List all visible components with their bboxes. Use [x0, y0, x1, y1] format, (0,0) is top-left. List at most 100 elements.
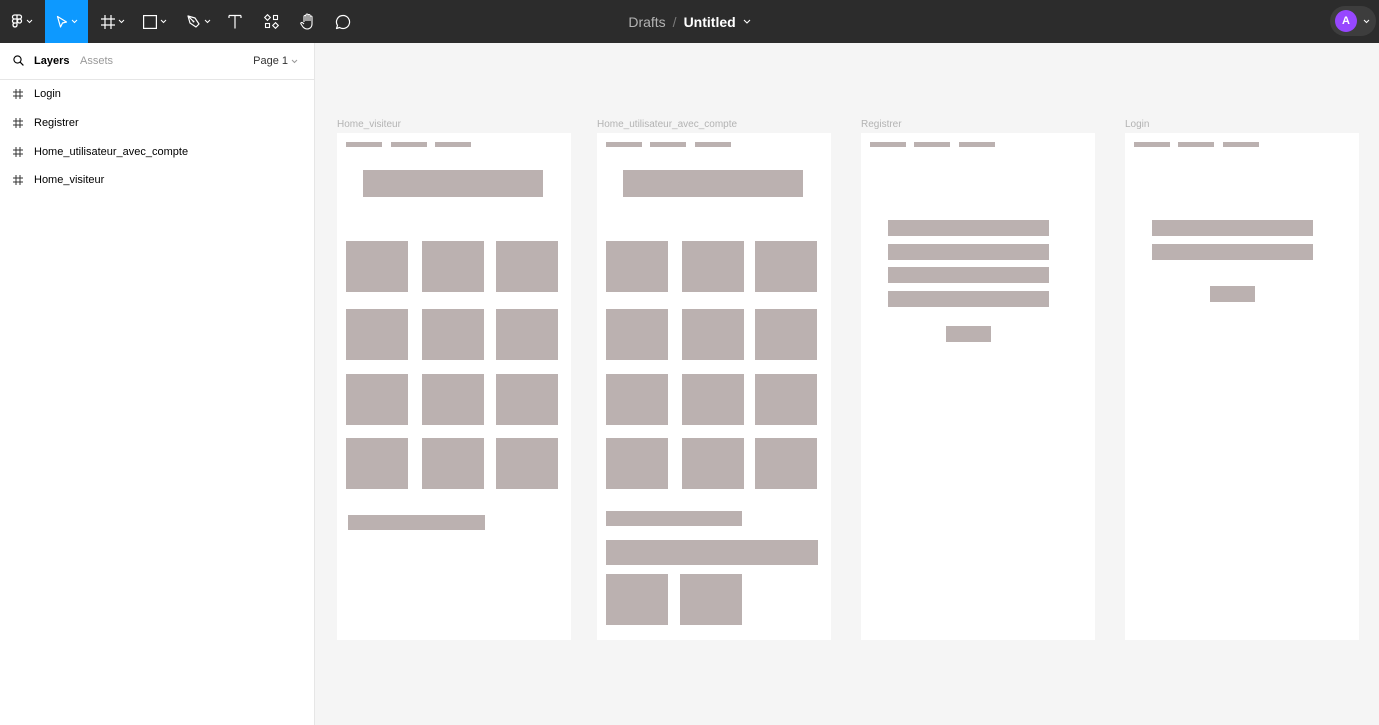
page-selector[interactable]: Page 1: [253, 55, 298, 67]
section-bar-placeholder: [606, 540, 818, 565]
avatar: A: [1335, 10, 1357, 32]
chevron-down-icon: [71, 19, 77, 24]
banner-placeholder: [363, 170, 543, 197]
tab-layers[interactable]: Layers: [34, 55, 69, 67]
frame-label-login[interactable]: Login: [1125, 119, 1149, 130]
card-placeholder: [422, 374, 484, 425]
input-placeholder: [888, 267, 1049, 283]
nav-placeholder: [391, 142, 427, 147]
layer-item-label: Login: [34, 88, 61, 100]
card-placeholder: [606, 574, 668, 625]
layer-item-label: Home_visiteur: [34, 174, 105, 186]
page-selector-label: Page 1: [253, 55, 288, 67]
figma-logo-icon: [11, 13, 23, 28]
frame-tool-button[interactable]: [96, 0, 130, 43]
card-placeholder: [680, 574, 742, 625]
card-placeholder: [496, 241, 558, 292]
card-placeholder: [496, 438, 558, 489]
footer-placeholder: [348, 515, 485, 530]
card-placeholder: [682, 374, 744, 425]
input-placeholder: [1152, 244, 1313, 260]
move-tool-button[interactable]: [45, 0, 88, 43]
frame-hash-icon: [101, 14, 115, 29]
frame-hash-icon: [13, 89, 23, 99]
frame-registrer[interactable]: [861, 133, 1095, 640]
layer-item-login[interactable]: Login: [0, 80, 314, 108]
nav-placeholder: [1134, 142, 1170, 147]
chevron-down-icon[interactable]: [743, 19, 751, 24]
button-placeholder: [1210, 286, 1255, 302]
layer-item-label: Home_utilisateur_avec_compte: [34, 146, 189, 158]
card-placeholder: [422, 241, 484, 292]
layer-item-registrer[interactable]: Registrer: [0, 109, 314, 137]
frame-home-visiteur[interactable]: [337, 133, 571, 640]
frame-label-home-visiteur[interactable]: Home_visiteur: [337, 119, 401, 130]
hand-icon: [300, 13, 313, 30]
search-icon[interactable]: [13, 55, 24, 66]
card-placeholder: [496, 309, 558, 360]
frame-home-utilisateur[interactable]: [597, 133, 831, 640]
input-placeholder: [888, 244, 1049, 260]
frame-label-registrer[interactable]: Registrer: [861, 119, 902, 130]
nav-placeholder: [1223, 142, 1259, 147]
nav-placeholder: [1178, 142, 1214, 147]
card-placeholder: [606, 241, 668, 292]
panel-tabs: Layers Assets Page 1: [0, 43, 314, 80]
button-placeholder: [946, 326, 991, 342]
card-placeholder: [755, 374, 817, 425]
layers-panel: Layers Assets Page 1 Login Registrer Hom…: [0, 43, 315, 725]
card-placeholder: [346, 309, 408, 360]
main-menu-button[interactable]: [0, 0, 44, 43]
chevron-down-icon: [160, 19, 167, 24]
card-placeholder: [755, 309, 817, 360]
nav-placeholder: [959, 142, 995, 147]
chevron-down-icon: [291, 59, 298, 63]
user-menu-button[interactable]: A: [1330, 6, 1376, 36]
breadcrumb-separator: /: [672, 13, 677, 30]
text-tool-button[interactable]: [224, 0, 246, 43]
card-placeholder: [346, 438, 408, 489]
file-title[interactable]: Untitled: [684, 14, 736, 30]
tab-assets[interactable]: Assets: [80, 55, 113, 67]
chevron-down-icon: [204, 19, 211, 24]
card-placeholder: [496, 374, 558, 425]
text-T-icon: [228, 14, 242, 29]
hand-tool-button[interactable]: [296, 0, 320, 43]
cursor-arrow-icon: [56, 15, 67, 28]
resources-tool-button[interactable]: [260, 0, 282, 43]
nav-placeholder: [695, 142, 731, 147]
pen-tool-button[interactable]: [182, 0, 216, 43]
input-placeholder: [888, 220, 1049, 236]
banner-placeholder: [623, 170, 803, 197]
input-placeholder: [1152, 220, 1313, 236]
frame-hash-icon: [13, 118, 23, 128]
design-canvas[interactable]: Home_visiteur Home_utilisateur_avec_comp…: [315, 43, 1379, 725]
nav-placeholder: [870, 142, 906, 147]
chevron-down-icon: [26, 19, 33, 24]
nav-placeholder: [650, 142, 686, 147]
card-placeholder: [422, 309, 484, 360]
card-placeholder: [755, 438, 817, 489]
shape-tool-button[interactable]: [138, 0, 172, 43]
frame-label-home-utilisateur[interactable]: Home_utilisateur_avec_compte: [597, 119, 737, 130]
comment-tool-button[interactable]: [332, 0, 354, 43]
comment-bubble-icon: [335, 14, 351, 29]
frame-hash-icon: [13, 175, 23, 185]
nav-placeholder: [606, 142, 642, 147]
top-toolbar: Drafts / Untitled A: [0, 0, 1379, 43]
breadcrumb-drafts-link[interactable]: Drafts: [628, 14, 665, 30]
card-placeholder: [682, 438, 744, 489]
layer-item-home-visiteur[interactable]: Home_visiteur: [0, 166, 314, 194]
rectangle-icon: [143, 14, 157, 29]
card-placeholder: [346, 374, 408, 425]
chevron-down-icon: [118, 19, 125, 24]
components-icon: [263, 14, 279, 29]
nav-placeholder: [914, 142, 950, 147]
card-placeholder: [606, 374, 668, 425]
card-placeholder: [682, 309, 744, 360]
card-placeholder: [346, 241, 408, 292]
frame-login[interactable]: [1125, 133, 1359, 640]
layer-item-home-utilisateur[interactable]: Home_utilisateur_avec_compte: [0, 138, 314, 166]
input-placeholder: [888, 291, 1049, 307]
layer-item-label: Registrer: [34, 117, 79, 129]
